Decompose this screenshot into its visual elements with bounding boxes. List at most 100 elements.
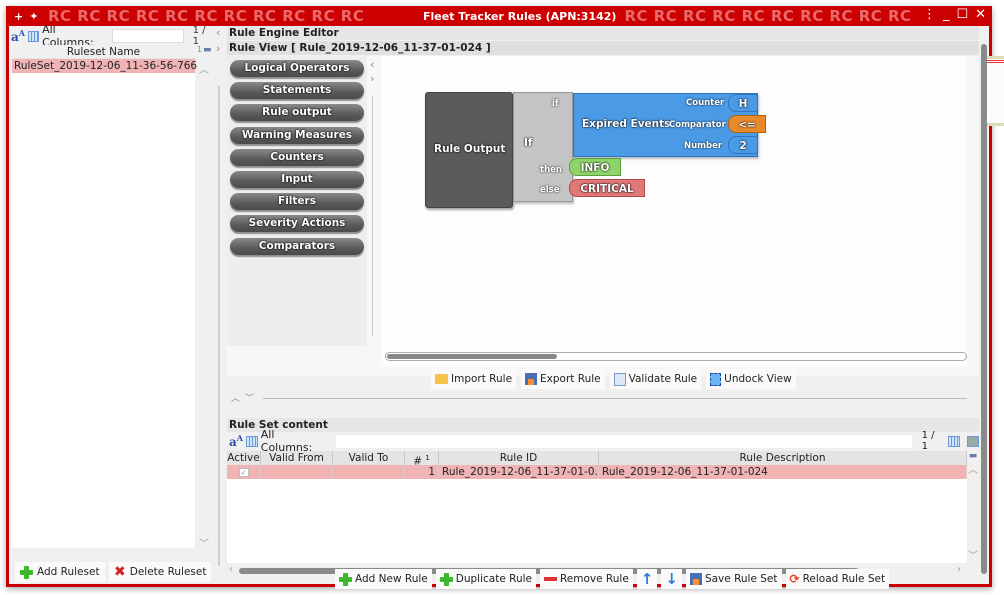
if-block[interactable]: if If then else <box>513 92 573 202</box>
valid-to-cell <box>333 465 405 479</box>
toolbox-collapse-icon[interactable]: ‹ <box>370 58 374 71</box>
outer-vertical-scrollbar[interactable] <box>981 34 988 582</box>
scroll-up-icon[interactable]: ︿ <box>199 61 209 76</box>
blockly-workspace[interactable]: Rule Output if If then else Expired Even… <box>381 56 1004 366</box>
print-icon[interactable]: ▬ <box>967 451 979 461</box>
col-rule-id[interactable]: Rule ID <box>439 451 599 465</box>
col-valid-to[interactable]: Valid To <box>333 451 405 465</box>
move-up-button[interactable]: ↑ <box>636 569 658 589</box>
save-rule-set-button[interactable]: Save Rule Set <box>685 569 782 589</box>
ruleset-row[interactable]: RuleSet_2019-12-06_11-36-56-766 <box>12 59 198 73</box>
font-size-icon[interactable]: aA <box>11 28 25 44</box>
toolbox-category-statements[interactable]: Statements <box>230 82 364 100</box>
scroll-down-icon[interactable]: ﹀ <box>199 535 209 550</box>
workspace-horizontal-scrollbar[interactable] <box>385 352 967 361</box>
table-row[interactable]: ✓ 1 Rule_2019-12-06_11-37-01-0... Rule_2… <box>227 465 967 479</box>
vertical-splitter[interactable]: ‹ › <box>213 26 227 584</box>
col-number[interactable]: # 1 <box>405 451 439 465</box>
ruleset-scrollbar[interactable]: 1 ▬ ︿ ﹀ <box>195 45 212 550</box>
rules-filter-row: aA All Columns: 1 / 1 <box>227 428 980 454</box>
horizontal-splitter[interactable]: ︿ ﹀ <box>227 391 979 405</box>
maximize-icon[interactable]: ☐ <box>956 7 968 22</box>
expand-right-icon[interactable]: › <box>216 42 220 55</box>
column-chooser-icon[interactable] <box>948 435 961 447</box>
toolbox-divider <box>372 96 373 336</box>
undock-view-label: Undock View <box>724 373 792 385</box>
scroll-up-icon[interactable]: ︿ <box>967 461 979 476</box>
plus-icon <box>439 572 453 586</box>
remove-rule-button[interactable]: Remove Rule <box>539 569 633 589</box>
toolbox-category-warning-measures[interactable]: Warning Measures <box>230 126 364 144</box>
scroll-left-icon[interactable]: ‹ <box>229 564 233 575</box>
comparator-value-block[interactable]: <= <box>728 115 766 133</box>
outer-scroll-thumb[interactable] <box>981 44 987 574</box>
undock-view-button[interactable]: Undock View <box>706 369 796 389</box>
collapse-up-icon[interactable]: ︿ <box>231 391 240 404</box>
close-icon[interactable]: ✕ <box>975 7 986 22</box>
scroll-right-icon[interactable]: › <box>957 564 961 575</box>
toolbox-category-input[interactable]: Input <box>230 171 364 188</box>
ruleset-name-cell: RuleSet_2019-12-06_11-36-56-766 <box>14 60 198 72</box>
toolbox-expand-icon[interactable]: › <box>370 72 374 85</box>
app-window: + ✦ RC RC RC RC RC RC RC RC RC RC RC Fle… <box>6 6 1004 589</box>
valid-from-cell <box>261 465 333 479</box>
rule-action-toolbar: Import Rule Export Rule Validate Rule Un… <box>431 369 796 389</box>
print-icon[interactable]: ▬ <box>203 45 212 55</box>
col-rule-description[interactable]: Rule Description <box>599 451 967 465</box>
reload-icon: ⟳ <box>789 572 800 586</box>
toolbox-category-counters[interactable]: Counters <box>230 148 364 166</box>
export-rule-label: Export Rule <box>540 373 601 385</box>
save-disk-icon <box>525 373 538 385</box>
sort-indicator: 1 <box>197 45 203 54</box>
rule-output-block[interactable]: Rule Output <box>425 92 513 208</box>
save-rule-set-label: Save Rule Set <box>704 573 778 585</box>
number-value-block[interactable]: 2 <box>728 136 758 154</box>
add-ruleset-button[interactable]: Add Ruleset <box>15 562 105 582</box>
rules-table: Active Valid From Valid To # 1 Rule ID R… <box>227 451 967 563</box>
columns-grid-icon[interactable] <box>246 435 258 447</box>
else-value-block[interactable]: CRITICAL <box>569 179 645 197</box>
watermark-right: RC RC RC RC RC RC RC RC RC RC <box>624 7 912 25</box>
splitter-handle-horizontal[interactable] <box>263 398 967 399</box>
client-area: aA All Columns: 1 / 1 Ruleset Name RuleS… <box>9 23 1004 589</box>
rule-bottom-toolbar: Add New Rule Duplicate Rule Remove Rule … <box>335 569 890 589</box>
toolbox-category-severity-actions[interactable]: Severity Actions <box>230 215 364 233</box>
menu-icon[interactable]: ⋮ <box>923 7 936 22</box>
toolbox-category-rule-output[interactable]: Rule output <box>230 104 364 122</box>
font-size-icon[interactable]: aA <box>229 433 243 449</box>
col-number-label: # <box>413 455 422 466</box>
col-active[interactable]: Active <box>227 451 261 465</box>
duplicate-rule-button[interactable]: Duplicate Rule <box>435 569 536 589</box>
toolbox-category-comparators[interactable]: Comparators <box>230 237 364 255</box>
delete-ruleset-button[interactable]: ✖ Delete Ruleset <box>109 562 212 582</box>
rules-table-scrollbar[interactable]: ▬ ︿ ﹀ <box>967 451 979 563</box>
rule-view-title: Rule View [ Rule_2019-12-06_11-37-01-024… <box>227 41 979 55</box>
then-label: then <box>540 165 562 175</box>
reload-rule-set-button[interactable]: ⟳ Reload Rule Set <box>785 569 890 589</box>
col-valid-from[interactable]: Valid From <box>261 451 333 465</box>
export-rule-button[interactable]: Export Rule <box>521 369 605 389</box>
collapse-left-icon[interactable]: ‹ <box>216 26 220 39</box>
folder-icon <box>435 374 448 384</box>
ruleset-name-header[interactable]: Ruleset Name <box>12 45 195 59</box>
workspace-hscroll-thumb[interactable] <box>387 354 557 359</box>
rules-filter-input[interactable] <box>334 433 913 449</box>
then-value-block[interactable]: INFO <box>569 158 621 176</box>
collapse-down-icon[interactable]: ﹀ <box>245 391 254 404</box>
toolbox-category-filters[interactable]: Filters <box>230 193 364 211</box>
add-new-rule-button[interactable]: Add New Rule <box>335 569 432 589</box>
move-down-button[interactable]: ↓ <box>661 569 682 589</box>
minimize-icon[interactable]: _ <box>943 7 950 22</box>
counter-value-block[interactable]: H <box>728 94 758 112</box>
import-rule-button[interactable]: Import Rule <box>431 369 517 389</box>
scroll-down-icon[interactable]: ﹀ <box>968 547 978 562</box>
columns-grid-icon[interactable] <box>28 30 40 42</box>
splitter-handle[interactable] <box>218 86 220 566</box>
validate-rule-button[interactable]: Validate Rule <box>609 369 702 389</box>
active-checkbox[interactable]: ✓ <box>238 468 249 477</box>
pin-icon[interactable]: ✦ <box>29 10 38 23</box>
add-icon[interactable]: + <box>14 10 23 23</box>
table-settings-icon[interactable] <box>967 435 980 447</box>
toolbox-category-logical-operators[interactable]: Logical Operators <box>230 60 364 77</box>
ruleset-filter-input[interactable] <box>111 29 184 43</box>
